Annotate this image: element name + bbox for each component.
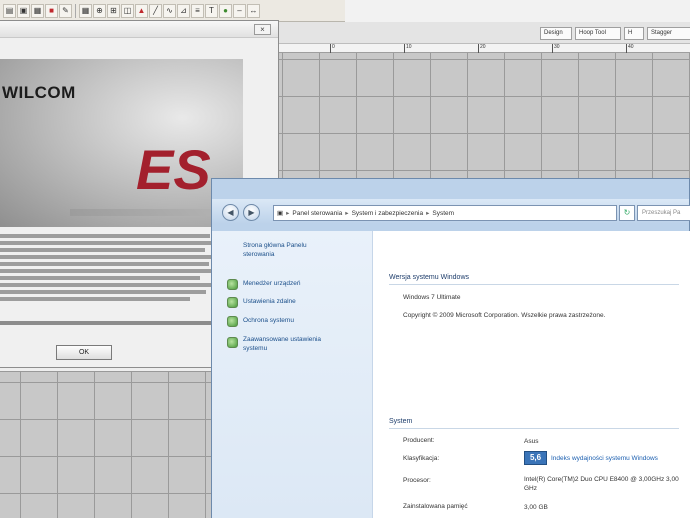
address-bar[interactable]: ▣ ▸ Panel sterowania ▸ System i zabezpie… — [273, 205, 617, 221]
product-logo: ES — [136, 138, 211, 201]
legal-text-line — [0, 290, 206, 294]
shield-icon — [227, 297, 238, 308]
ok-button[interactable]: OK — [56, 345, 112, 360]
print-icon[interactable]: ▦ — [31, 3, 44, 18]
folder-icon: ▣ — [277, 210, 284, 217]
system-window: ◀ ▶ ▣ ▸ Panel sterowania ▸ System i zabe… — [211, 178, 690, 518]
color-icon[interactable]: ● — [219, 3, 232, 18]
search-input[interactable]: Przeszukaj Pa — [637, 205, 690, 221]
ruler-label: 10 — [406, 44, 412, 50]
version-line — [0, 321, 214, 325]
forward-arrow-icon[interactable]: ▶ — [243, 204, 260, 221]
wave-icon[interactable]: ∿ — [163, 3, 176, 18]
processor-label: Procesor: — [403, 477, 431, 484]
legal-text-line — [0, 234, 210, 238]
ruler-label: 30 — [554, 44, 560, 50]
ruler-label: 0 — [332, 44, 335, 50]
dash-icon[interactable]: – — [233, 3, 246, 18]
main-toolbar: ▤ ▣ ▦ ■ ✎ ▦ ⊕ ⊞ ◫ ▲ ╱ ∿ ⊿ ≡ T ● – ↔ — [0, 0, 345, 22]
ruler-label: 20 — [480, 44, 486, 50]
manufacturer-label: Producent: — [403, 437, 435, 444]
legal-text-line — [0, 241, 214, 245]
measure-icon[interactable]: ⊿ — [177, 3, 190, 18]
legal-text-line — [0, 269, 214, 273]
close-icon[interactable]: × — [254, 24, 271, 35]
tab-hoop-tool[interactable]: Hoop Tool — [575, 27, 621, 40]
task-label: sterowania — [243, 251, 275, 259]
ruler-label: 40 — [628, 44, 634, 50]
remote-settings-link[interactable]: Ustawienia zdalne — [243, 297, 296, 306]
processor-value: Intel(R) Core(TM)2 Duo CPU E8400 @ 3,00G… — [524, 476, 679, 493]
design-canvas[interactable] — [278, 53, 690, 180]
shield-icon — [227, 316, 238, 327]
bars-icon[interactable]: ≡ — [191, 3, 204, 18]
toolbar-divider — [75, 3, 76, 18]
grid-icon[interactable]: ▦ — [79, 3, 92, 18]
text-icon[interactable]: T — [205, 3, 218, 18]
rating-badge[interactable]: 5,6 — [524, 451, 547, 465]
device-manager-link[interactable]: Menedżer urządzeń — [243, 279, 300, 288]
memory-value: 3,00 GB — [524, 504, 548, 511]
legal-text-line — [0, 262, 209, 266]
zoom-icon[interactable]: ⊕ — [93, 3, 106, 18]
refresh-icon[interactable]: ↻ — [619, 205, 635, 221]
task-label: systemu — [243, 345, 268, 353]
performance-index-link[interactable]: Indeks wydajności systemu Windows — [551, 455, 658, 462]
navigation-bar: ◀ ▶ ▣ ▸ Panel sterowania ▸ System i zabe… — [212, 199, 690, 224]
dialog-titlebar[interactable]: × — [0, 21, 278, 38]
folder-open-icon[interactable]: ▤ — [3, 3, 16, 18]
back-arrow-icon[interactable]: ◀ — [222, 204, 239, 221]
manufacturer-value: Asus — [524, 438, 539, 445]
system-info-pane: Wersja systemu Windows Windows 7 Ultimat… — [373, 231, 690, 518]
toolbar-empty-area — [345, 0, 690, 22]
design-canvas-lower[interactable] — [0, 372, 215, 518]
legal-text-line — [0, 255, 212, 259]
system-heading: System — [389, 418, 413, 425]
task-label: Strona główna Panelu — [243, 242, 307, 249]
pencil-icon[interactable]: ✎ — [59, 3, 72, 18]
splash-banner: WILCOM ES — [0, 59, 243, 227]
shield-icon — [227, 337, 238, 348]
palette-icon[interactable]: ◫ — [121, 3, 134, 18]
rating-label: Klasyfikacja: — [403, 455, 440, 462]
view-tabs: Design Hoop Tool H Stagger — [278, 22, 690, 44]
banner-tagline — [70, 209, 230, 216]
edition-name: Windows 7 Ultimate — [403, 294, 461, 301]
memory-label: Zainstalowana pamięć — [403, 503, 468, 510]
copyright-text: Copyright © 2009 Microsoft Corporation. … — [403, 312, 606, 319]
tab-h[interactable]: H — [624, 27, 644, 40]
horizontal-ruler: 0 10 20 30 40 — [278, 44, 690, 53]
section-divider — [389, 284, 679, 285]
brand-name: WILCOM — [2, 83, 76, 102]
task-label: Zaawansowane ustawienia — [243, 336, 322, 343]
tab-design[interactable]: Design — [540, 27, 572, 40]
save-icon[interactable]: ▣ — [17, 3, 30, 18]
line-icon[interactable]: ╱ — [149, 3, 162, 18]
breadcrumb-item[interactable]: System — [432, 210, 454, 217]
breadcrumb-item[interactable]: Panel sterowania — [292, 210, 342, 217]
snap-icon[interactable]: ⊞ — [107, 3, 120, 18]
legal-text-line — [0, 248, 205, 252]
legal-text-line — [0, 297, 190, 301]
section-divider — [389, 428, 679, 429]
legal-text-line — [0, 283, 213, 287]
edition-heading: Wersja systemu Windows — [389, 274, 470, 281]
arrow-icon[interactable]: ↔ — [247, 3, 260, 18]
stop-icon[interactable]: ■ — [45, 3, 58, 18]
breadcrumb-item[interactable]: System i zabezpieczenia — [352, 210, 424, 217]
shield-icon — [227, 279, 238, 290]
tasks-pane: Strona główna Panelu sterowania Menedżer… — [212, 231, 373, 518]
tab-stagger[interactable]: Stagger — [647, 27, 690, 40]
control-panel-home-link[interactable]: Strona główna Panelu sterowania — [243, 241, 307, 259]
advanced-settings-link[interactable]: Zaawansowane ustawienia systemu — [243, 335, 321, 353]
system-protection-link[interactable]: Ochrona systemu — [243, 316, 294, 325]
red-flag-icon[interactable]: ▲ — [135, 3, 148, 18]
legal-text-line — [0, 276, 200, 280]
